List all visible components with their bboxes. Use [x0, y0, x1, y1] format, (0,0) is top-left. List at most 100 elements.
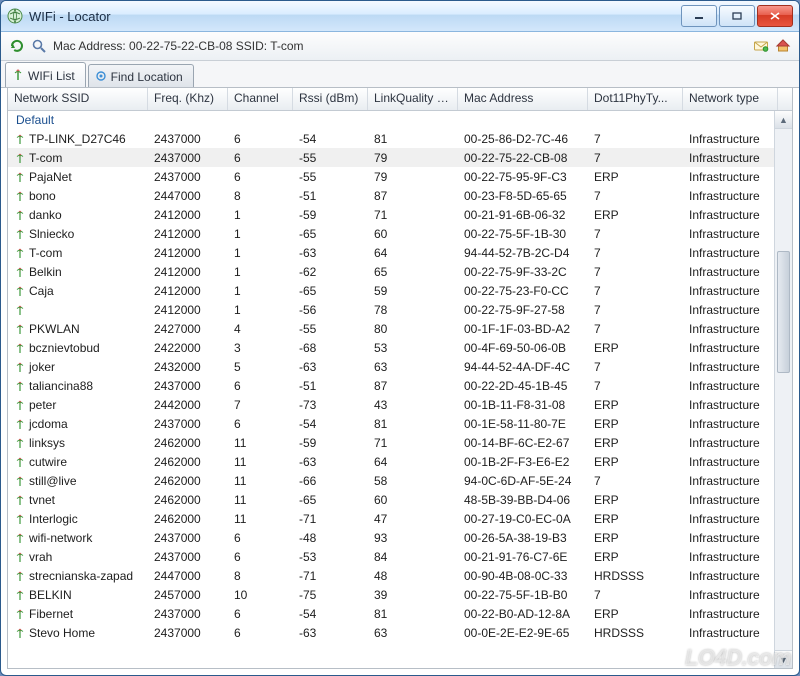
cell-rssi: -53	[293, 550, 368, 564]
table-row[interactable]: Belkin24120001-626500-22-75-9F-33-2C7Inf…	[8, 262, 792, 281]
table-row[interactable]: peter24420007-734300-1B-11-F8-31-08ERPIn…	[8, 395, 792, 414]
cell-freq: 2437000	[148, 151, 228, 165]
table-row[interactable]: tvnet246200011-656048-5B-39-BB-D4-06ERPI…	[8, 490, 792, 509]
cell-mac: 00-1E-58-11-80-7E	[458, 417, 588, 431]
table-row[interactable]: T-com24370006-557900-22-75-22-CB-087Infr…	[8, 148, 792, 167]
table-row[interactable]: Slniecko24120001-656000-22-75-5F-1B-307I…	[8, 224, 792, 243]
cell-channel: 11	[228, 493, 293, 507]
col-ssid[interactable]: Network SSID	[8, 88, 148, 110]
scroll-down-arrow[interactable]: ▼	[775, 650, 792, 668]
cell-phytype: 7	[588, 227, 683, 241]
table-row[interactable]: linksys246200011-597100-14-BF-6C-E2-67ER…	[8, 433, 792, 452]
toolbar-label: Mac Address: 00-22-75-22-CB-08 SSID: T-c…	[53, 39, 304, 53]
cell-mac: 00-1F-1F-03-BD-A2	[458, 322, 588, 336]
table-row[interactable]: BELKIN245700010-753900-22-75-5F-1B-B07In…	[8, 585, 792, 604]
table-row[interactable]: strecnianska-zapad24470008-714800-90-4B-…	[8, 566, 792, 585]
cell-channel: 6	[228, 132, 293, 146]
table-row[interactable]: taliancina8824370006-518700-22-2D-45-1B-…	[8, 376, 792, 395]
table-row[interactable]: 24120001-567800-22-75-9F-27-587Infrastru…	[8, 300, 792, 319]
cell-rssi: -54	[293, 132, 368, 146]
cell-ssid: Fibernet	[8, 607, 148, 621]
minimize-button[interactable]	[681, 5, 717, 27]
table-row[interactable]: bono24470008-518700-23-F8-5D-65-657Infra…	[8, 186, 792, 205]
cell-mac: 00-22-75-95-9F-C3	[458, 170, 588, 184]
scroll-up-arrow[interactable]: ▲	[775, 111, 792, 129]
table-row[interactable]: still@live246200011-665894-0C-6D-AF-5E-2…	[8, 471, 792, 490]
close-button[interactable]	[757, 5, 793, 27]
cell-nettype: Infrastructure	[683, 626, 778, 640]
table-row[interactable]: wifi-network24370006-489300-26-5A-38-19-…	[8, 528, 792, 547]
cell-channel: 6	[228, 550, 293, 564]
col-channel[interactable]: Channel	[228, 88, 293, 110]
cell-nettype: Infrastructure	[683, 379, 778, 393]
titlebar[interactable]: WIFi - Locator	[1, 1, 799, 32]
table-row[interactable]: jcdoma24370006-548100-1E-58-11-80-7EERPI…	[8, 414, 792, 433]
cell-linkquality: 43	[368, 398, 458, 412]
table-row[interactable]: Fibernet24370006-548100-22-B0-AD-12-8AER…	[8, 604, 792, 623]
cell-mac: 00-26-5A-38-19-B3	[458, 531, 588, 545]
col-mac[interactable]: Mac Address	[458, 88, 588, 110]
app-window: WIFi - Locator Mac Addr	[0, 0, 800, 676]
cell-nettype: Infrastructure	[683, 531, 778, 545]
table-row[interactable]: Caja24120001-655900-22-75-23-F0-CC7Infra…	[8, 281, 792, 300]
col-rssi[interactable]: Rssi (dBm)	[293, 88, 368, 110]
cell-mac: 00-27-19-C0-EC-0A	[458, 512, 588, 526]
cell-freq: 2437000	[148, 531, 228, 545]
cell-linkquality: 58	[368, 474, 458, 488]
cell-mac: 94-44-52-4A-DF-4C	[458, 360, 588, 374]
table-row[interactable]: Stevo Home24370006-636300-0E-2E-E2-9E-65…	[8, 623, 792, 642]
cell-mac: 00-22-75-23-F0-CC	[458, 284, 588, 298]
cell-channel: 1	[228, 227, 293, 241]
cell-mac: 00-22-75-5F-1B-B0	[458, 588, 588, 602]
magnifier-icon[interactable]	[31, 38, 47, 54]
home-icon[interactable]	[775, 38, 791, 54]
scrollbar[interactable]: ▲ ▼	[774, 111, 792, 668]
cell-linkquality: 71	[368, 436, 458, 450]
cell-channel: 6	[228, 417, 293, 431]
table-row[interactable]: PajaNet24370006-557900-22-75-95-9F-C3ERP…	[8, 167, 792, 186]
tab-wifi-list-label: WIFi List	[28, 69, 75, 83]
col-nettype[interactable]: Network type	[683, 88, 778, 110]
cell-rssi: -59	[293, 436, 368, 450]
cell-channel: 6	[228, 379, 293, 393]
table-row[interactable]: PKWLAN24270004-558000-1F-1F-03-BD-A27Inf…	[8, 319, 792, 338]
envelope-icon[interactable]	[753, 38, 769, 54]
tab-find-location-label: Find Location	[111, 70, 183, 84]
cell-nettype: Infrastructure	[683, 322, 778, 336]
tab-wifi-list[interactable]: WIFi List	[5, 62, 86, 87]
table-row[interactable]: joker24320005-636394-44-52-4A-DF-4C7Infr…	[8, 357, 792, 376]
cell-nettype: Infrastructure	[683, 132, 778, 146]
tab-find-location[interactable]: Find Location	[88, 64, 194, 87]
cell-channel: 6	[228, 531, 293, 545]
table-row[interactable]: vrah24370006-538400-21-91-76-C7-6EERPInf…	[8, 547, 792, 566]
antenna-icon	[12, 69, 24, 84]
col-linkquality[interactable]: LinkQuality (%)	[368, 88, 458, 110]
table-row[interactable]: bcznievtobud24220003-685300-4F-69-50-06-…	[8, 338, 792, 357]
list-body[interactable]: Default TP-LINK_D27C4624370006-548100-25…	[8, 111, 792, 668]
cell-linkquality: 79	[368, 151, 458, 165]
cell-channel: 10	[228, 588, 293, 602]
cell-freq: 2412000	[148, 246, 228, 260]
table-row[interactable]: danko24120001-597100-21-91-6B-06-32ERPIn…	[8, 205, 792, 224]
scroll-thumb[interactable]	[777, 251, 790, 373]
cell-phytype: ERP	[588, 512, 683, 526]
table-row[interactable]: cutwire246200011-636400-1B-2F-F3-E6-E2ER…	[8, 452, 792, 471]
cell-mac: 00-21-91-76-C7-6E	[458, 550, 588, 564]
table-row[interactable]: T-com24120001-636494-44-52-7B-2C-D47Infr…	[8, 243, 792, 262]
cell-freq: 2462000	[148, 493, 228, 507]
cell-nettype: Infrastructure	[683, 170, 778, 184]
cell-linkquality: 64	[368, 246, 458, 260]
col-freq[interactable]: Freq. (Khz)	[148, 88, 228, 110]
cell-phytype: ERP	[588, 208, 683, 222]
col-phytype[interactable]: Dot11PhyTy...	[588, 88, 683, 110]
cell-ssid: PKWLAN	[8, 322, 148, 336]
refresh-icon[interactable]	[9, 38, 25, 54]
table-row[interactable]: Interlogic246200011-714700-27-19-C0-EC-0…	[8, 509, 792, 528]
cell-phytype: 7	[588, 322, 683, 336]
cell-nettype: Infrastructure	[683, 417, 778, 431]
cell-ssid: T-com	[8, 151, 148, 165]
cell-phytype: 7	[588, 360, 683, 374]
cell-ssid: Caja	[8, 284, 148, 298]
table-row[interactable]: TP-LINK_D27C4624370006-548100-25-86-D2-7…	[8, 129, 792, 148]
maximize-button[interactable]	[719, 5, 755, 27]
